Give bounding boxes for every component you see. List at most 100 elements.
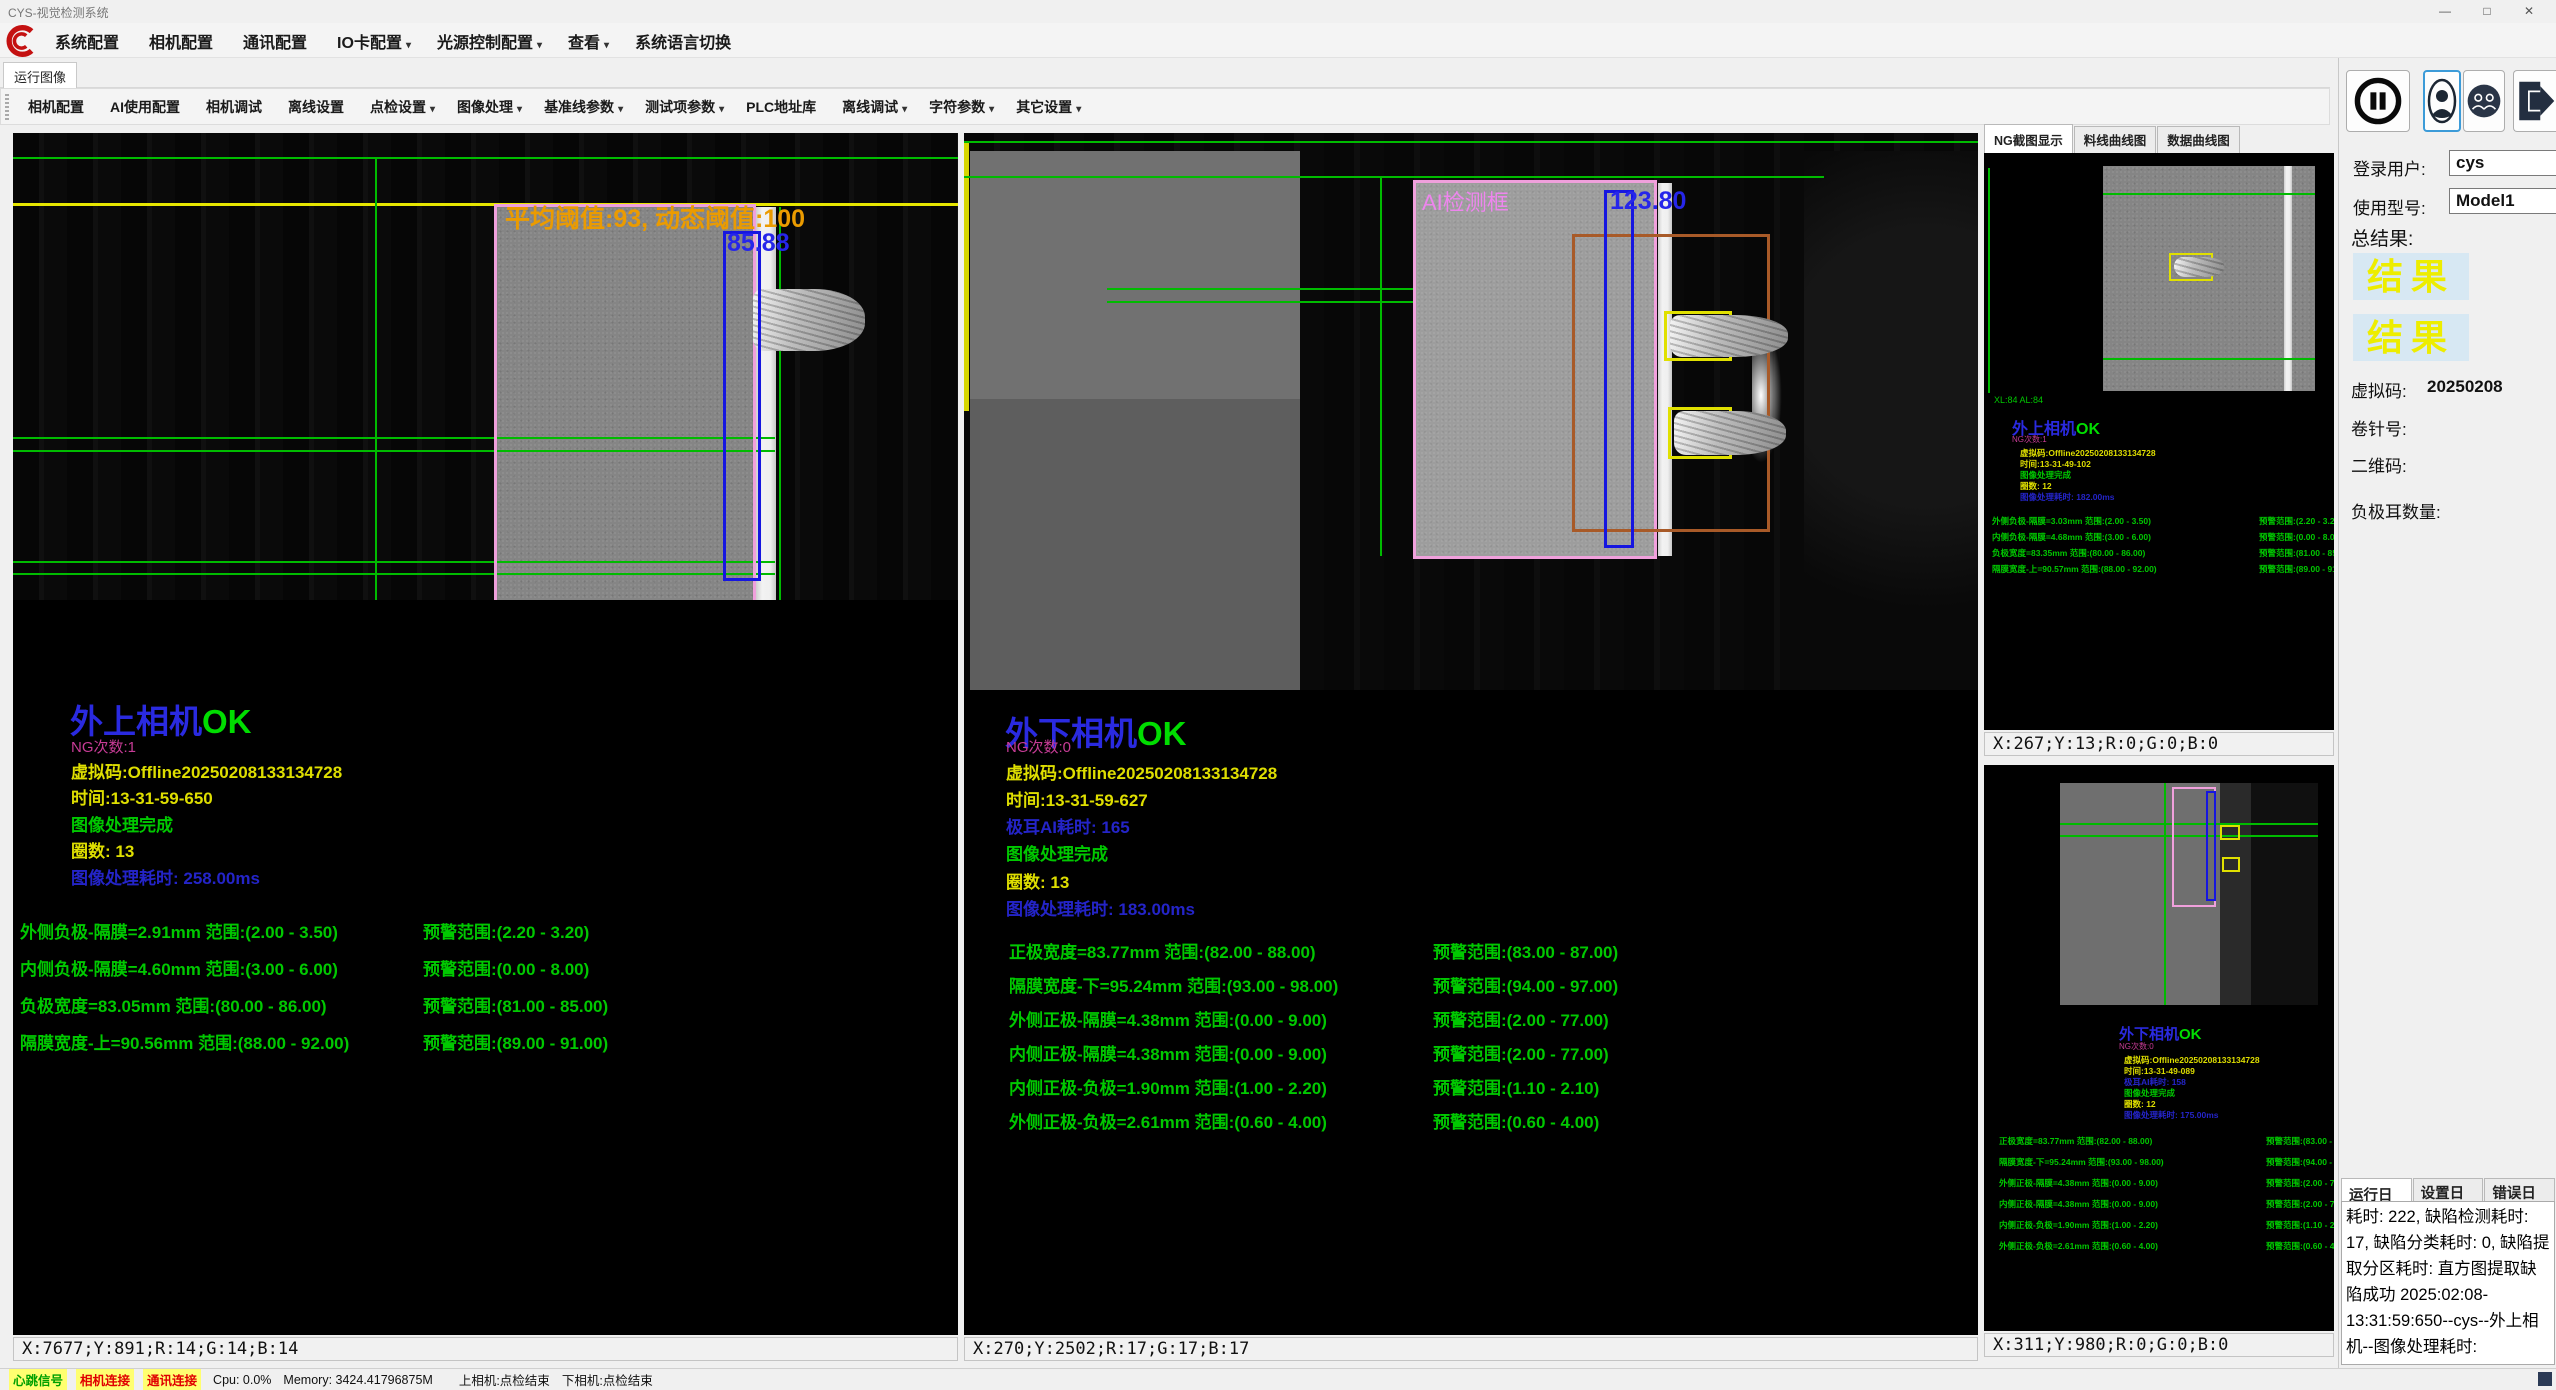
virtual-code: 虚拟码:Offline20250208133134728 [71,758,342,783]
lower-camera-panel[interactable]: AI检测框 123.80 外下相机OK NG次数:0 虚拟码:Offline20… [964,133,1978,1335]
measure-box-blue [723,231,761,581]
baseline-green-line2 [964,176,1824,178]
toolbar-item[interactable]: 相机调试 [195,97,277,117]
toolbar-item[interactable]: 离线设置 [277,97,359,117]
measurement-row: 外侧正极-隔膜=4.38mm 范围:(0.00 - 9.00)预警范围:(2.0… [1009,1006,1969,1040]
camera-status: OK [1137,715,1187,752]
pause-icon [2352,75,2404,127]
menu-item[interactable]: 系统配置 [42,29,136,53]
mini-vline [1988,168,1990,393]
menu-item[interactable]: 通讯配置 [230,29,324,53]
result-badge-1: 结果 [2353,253,2469,300]
menu-item[interactable]: IO卡配置▾ [324,29,424,53]
measurement-row: 隔膜宽度-下=95.24mm 范围:(93.00 - 98.00)预警范围:(9… [1999,1156,2329,1177]
resize-grip-icon [2538,1372,2552,1386]
menu-item[interactable]: 相机配置 [136,29,230,53]
pause-button[interactable] [2346,70,2410,132]
mini-ng-count: NG次数:0 [2119,1041,2154,1052]
measure-hline [1107,301,1422,303]
window-title: CYS-视觉检测系统 [8,4,109,21]
mini-detect-box [2220,825,2240,840]
control-sidebar: 登录用户: cys 使用型号: Model1 总结果: 结果 结果 虚拟码: 2… [2338,58,2556,1368]
process-time: 图像处理耗时: 258.00ms [71,864,260,889]
measurement-row: 隔膜宽度-上=90.57mm 范围:(88.00 - 92.00)预警范围:(8… [1992,563,2330,579]
preview-tab[interactable]: 料线曲线图 [2074,126,2157,153]
measurement-row: 正极宽度=83.77mm 范围:(82.00 - 88.00)预警范围:(83.… [1999,1135,2329,1156]
menu-item[interactable]: 查看▾ [555,29,622,53]
window-titlebar: CYS-视觉检测系统 — □ ✕ [0,0,2556,23]
detection-roi-box [494,204,756,600]
measure-value-overlay: 123.80 [1610,187,1686,216]
measurement-row: 内侧正极-负极=1.90mm 范围:(1.00 - 2.20)预警范围:(1.1… [1999,1219,2329,1240]
preview-tab[interactable]: NG截图显示 [1984,124,2073,153]
minimize-icon[interactable]: — [2424,0,2466,23]
memory-usage: Memory: 3424.41796875M [283,1373,432,1387]
upper-camera-image[interactable]: 平均阈值:93, 动态阈值:100 85.88 [13,133,958,600]
lower-camera-check-status: 下相机:点检结束 [562,1370,653,1389]
upper-camera-panel[interactable]: 平均阈值:93, 动态阈值:100 85.88 外上相机OK NG次数:1 虚拟… [13,133,958,1335]
measurement-row: 内侧负极-隔膜=4.68mm 范围:(3.00 - 6.00)预警范围:(0.0… [1992,531,2330,547]
measure-box-blue [1604,190,1634,548]
exit-button[interactable] [2513,70,2556,132]
toolbar-drag-handle-icon[interactable] [5,94,9,120]
model-field[interactable]: Model1 [2449,188,2556,214]
lower-camera-coords-readout: X:270;Y:2502;R:17;G:17;B:17 [964,1337,1978,1361]
status-bar: 心跳信号 相机连接 通讯连接 Cpu: 0.0% Memory: 3424.41… [0,1368,2556,1390]
camera-name: 外上相机 [70,703,202,740]
lower-camera-image[interactable]: AI检测框 123.80 [964,133,1978,690]
toolbar-item[interactable]: 字符参数▾ [918,97,1005,117]
mini-process-time: 图像处理耗时: 175.00ms [2124,1109,2218,1121]
measurement-row: 正极宽度=83.77mm 范围:(82.00 - 88.00)预警范围:(83.… [1009,938,1969,972]
ng-count: NG次数:1 [71,736,136,757]
upper-camera-check-status: 上相机:点检结束 [459,1370,550,1389]
measurement-row: 内侧正极-隔膜=4.38mm 范围:(0.00 - 9.00)预警范围:(2.0… [1009,1040,1969,1074]
roll-pin-label: 卷针号: [2351,415,2407,440]
tab-ai-time: 极耳AI耗时: 165 [1006,813,1130,838]
measurement-row: 内侧负极-隔膜=4.60mm 范围:(3.00 - 6.00)预警范围:(0.0… [20,955,950,992]
menu-item[interactable]: 光源控制配置▾ [424,29,555,53]
toolbar-items: 相机配置 AI使用配置 相机调试 离线设置 点检设置▾ 图像处理▾ 基准线参数▾… [17,89,1092,125]
mini-xl-annotation: XL:84 AL:84 [1994,395,2043,405]
toolbar: 相机配置 AI使用配置 相机调试 离线设置 点检设置▾ 图像处理▾ 基准线参数▾… [0,88,2330,125]
run-log-output[interactable]: 耗时: 222, 缺陷检测耗时: 17, 缺陷分类耗时: 0, 缺陷提取分区耗时… [2341,1201,2555,1365]
close-icon[interactable]: ✕ [2508,0,2550,23]
web-region-left [970,151,1300,690]
login-user-field[interactable]: cys [2449,150,2556,176]
cpu-usage: Cpu: 0.0% [213,1373,271,1387]
ng-snapshot-panel-lower[interactable]: 外下相机OK NG次数:0 虚拟码:Offline202502081331347… [1984,765,2334,1331]
exit-icon [2514,77,2556,125]
toolbar-item[interactable]: PLC地址库 [735,97,831,117]
toolbar-item[interactable]: 测试项参数▾ [634,97,735,117]
menu-item[interactable]: 系统语言切换 [622,29,748,53]
log-text: 耗时: 222, 缺陷检测耗时: 17, 缺陷分类耗时: 0, 缺陷提取分区耗时… [2346,1208,2550,1365]
comm-connect-status-badge: 通讯连接 [143,1369,201,1390]
login-user-button[interactable] [2423,70,2461,132]
toolbar-item[interactable]: 相机配置 [17,97,99,117]
toolbar-item[interactable]: AI使用配置 [99,97,195,117]
measure-hline [1107,288,1422,290]
capture-time: 时间:13-31-59-650 [71,784,213,809]
yellow-edge-strip [964,143,969,411]
toolbar-item[interactable]: 基准线参数▾ [533,97,634,117]
ng-snapshot-panel-upper[interactable]: XL:84 AL:84 外上相机OK NG次数:1 虚拟码:Offline202… [1984,153,2334,730]
baseline-green-line [13,157,958,159]
preview-tab[interactable]: 数据曲线图 [2157,126,2240,153]
toolbar-item[interactable]: 点检设置▾ [359,97,446,117]
user-manage-button[interactable] [2463,70,2505,132]
baseline-yellow-line [13,203,958,206]
toolbar-item[interactable]: 图像处理▾ [446,97,533,117]
mini-ng-count: NG次数:1 [2012,434,2047,445]
toolbar-item[interactable]: 离线调试▾ [831,97,918,117]
capture-time: 时间:13-31-59-627 [1006,786,1148,811]
menu-bar: 系统配置 相机配置 通讯配置 IO卡配置▾ 光源控制配置▾ 查看▾ 系统语言切换 [0,23,2556,58]
camera-connect-status-badge: 相机连接 [76,1369,134,1390]
mini-measure-box [2206,791,2216,901]
measurement-row: 负极宽度=83.35mm 范围:(80.00 - 86.00)预警范围:(81.… [1992,547,2330,563]
mini-hline [2103,358,2315,360]
loop-count: 圈数: 13 [71,837,134,862]
mini-measurement-list: 外侧负极-隔膜=3.03mm 范围:(2.00 - 3.50)预警范围:(2.2… [1992,515,2330,579]
tab-run-image[interactable]: 运行图像 [3,62,77,91]
maximize-icon[interactable]: □ [2466,0,2508,23]
qr-code-label: 二维码: [2351,452,2407,477]
toolbar-item[interactable]: 其它设置▾ [1005,97,1092,117]
